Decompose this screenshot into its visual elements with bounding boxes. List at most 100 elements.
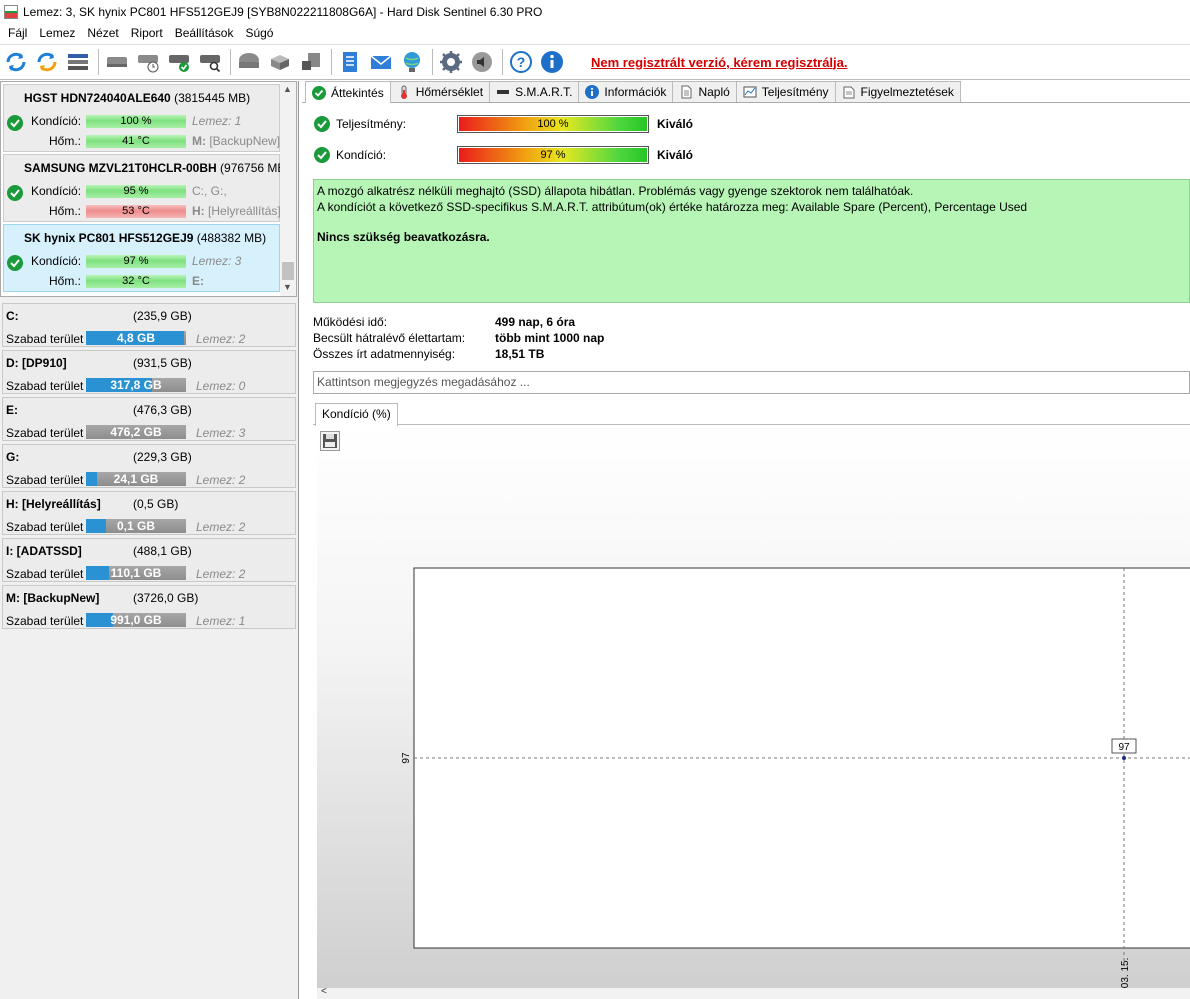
disk-item[interactable]: HGST HDN724040ALE640 (3815445 MB) Kondíc… [3,84,280,152]
condition-bar: 95 % [86,185,186,198]
condition-label: Kondíció: [31,114,82,128]
free-space-label: Szabad terület [6,426,84,440]
condition-chart: 97 2026. 03. 15. 97 [401,567,1190,988]
temp-label: Hőm.: [49,274,82,288]
tab-label: Napló [698,85,730,99]
temp-label: Hőm.: [49,204,82,218]
data-label: 97 [1118,742,1130,753]
scroll-up-icon[interactable]: ▲ [283,84,292,94]
menu-file[interactable]: Fájl [2,23,33,43]
disk-clock-icon[interactable] [136,50,160,74]
thermometer-icon [397,85,411,99]
temp-bar: 32 °C [86,275,186,288]
disk-item[interactable]: SAMSUNG MZVL21T0HCLR-00BH (976756 MB) Ko… [3,154,289,222]
mail-icon[interactable] [369,50,393,74]
volume-item[interactable]: H: [Helyreállítás] (0,5 GB) Szabad terület… [2,491,296,535]
stats-table: Működési idő: 499 nap, 6 óra Becsült hátr… [313,315,813,363]
scroll-thumb[interactable] [282,262,294,280]
tab-label: Információk [604,85,667,99]
volume-item[interactable]: C: (235,9 GB) Szabad terület 4,8 GB Lemez: 2 [2,303,296,347]
help-icon[interactable]: ? [509,50,533,74]
free-space-bar: 110,1 GB [86,566,186,580]
disk-box-icon[interactable] [268,50,292,74]
check-icon [7,185,23,201]
volume-name: H: [Helyreállítás] [6,497,101,511]
refresh-all-icon[interactable] [35,50,59,74]
stat-row: Összes írt adatmennyiség: 18,51 TB [313,347,813,363]
check-icon [314,116,330,132]
stat-value: 499 nap, 6 óra [495,315,576,329]
free-space-bar: 0,1 GB [86,519,186,533]
window-title: Lemez: 3, SK hynix PC801 HFS512GEJ9 [SYB… [23,4,543,19]
free-space-label: Szabad terület [6,473,84,487]
free-space-label: Szabad terület [6,520,84,534]
tab-condition-chart[interactable]: Kondíció (%) [315,403,398,426]
free-space-value: 317,8 GB [110,378,162,392]
disk-search-icon[interactable] [198,50,222,74]
menu-view[interactable]: Nézet [81,23,124,43]
status-message-line: A kondíciót a következő SSD-specifikus S… [317,200,1028,214]
tab-overview[interactable]: Áttekintés [305,81,391,103]
volume-item[interactable]: M: [BackupNew] (3726,0 GB) Szabad terület 9… [2,585,296,629]
disk-check-icon[interactable] [167,50,191,74]
volume-ref: M: [BackupNew] [192,134,281,148]
disk-list-scrollbar[interactable]: ▲ ▼ [280,82,296,296]
stat-label: Összes írt adatmennyiség: [313,347,456,361]
scroll-down-icon[interactable]: ▼ [283,282,292,292]
condition-bar: 97 % [457,146,649,164]
scroll-left-icon[interactable]: < [321,986,327,997]
network-icon[interactable] [400,50,424,74]
settings-icon[interactable] [439,50,463,74]
condition-row: Kondíció: 97 % Kiváló [314,146,714,164]
stat-value: 18,51 TB [495,347,545,361]
menu-disk[interactable]: Lemez [33,23,81,43]
condition-label: Kondíció: [336,148,387,162]
disk-usb-icon[interactable] [299,50,323,74]
svg-text:?: ? [517,54,526,70]
y-tick-label: 97 [401,752,412,764]
info-icon[interactable] [540,50,564,74]
volume-disk-ref: Lemez: 2 [196,567,246,581]
disk-item-selected[interactable]: SK hynix PC801 HFS512GEJ9 (488382 MB) Ko… [3,224,280,292]
chart-scrollbar[interactable]: < [317,986,1190,999]
volume-item[interactable]: I: [ADATSSD] (488,1 GB) Szabad terület 110,… [2,538,296,582]
volume-item[interactable]: G: (229,3 GB) Szabad terület 24,1 GB Lemez: … [2,444,296,488]
tab-information[interactable]: Információk [578,81,674,102]
volume-size: (931,5 GB) [133,356,192,370]
sound-icon[interactable] [470,50,494,74]
free-space-bar: 317,8 GB [86,378,186,392]
tab-performance[interactable]: Teljesítmény [735,81,836,102]
refresh-icon[interactable] [4,50,28,74]
tab-temperature[interactable]: Hőmérséklet [389,81,491,102]
tab-log[interactable]: Napló [672,81,737,102]
x-tick-label: 2026. 03. 15. [1120,958,1131,988]
stat-label: Működési idő: [313,315,388,329]
stat-value: több mint 1000 nap [495,331,605,345]
check-icon [312,85,326,100]
register-link[interactable]: Nem regisztrált verzió, kérem regisztrál… [591,55,848,70]
tab-smart[interactable]: S.M.A.R.T. [489,81,580,102]
menu-help[interactable]: Súgó [239,23,279,43]
volume-item[interactable]: E: (476,3 GB) Szabad terület 476,2 GB Lemez:… [2,397,296,441]
temp-bar: 53 °C [86,205,186,218]
menu-settings[interactable]: Beállítások [169,23,240,43]
volume-disk-ref: Lemez: 3 [196,426,246,440]
volume-item[interactable]: D: [DP910] (931,5 GB) Szabad terület 317,8 … [2,350,296,394]
disk-round-icon[interactable] [237,50,261,74]
tab-label: Figyelmeztetések [860,85,954,99]
toolbar-separator [432,49,433,75]
disk-list-icon[interactable] [66,50,90,74]
stat-row: Működési idő: 499 nap, 6 óra [313,315,813,331]
menu-bar: Fájl Lemez Nézet Riport Beállítások Súgó [0,23,1190,43]
comment-field[interactable]: Kattintson megjegyzés megadásához ... [313,371,1190,394]
menu-report[interactable]: Riport [125,23,169,43]
temp-label: Hőm.: [49,134,82,148]
tab-alerts[interactable]: Figyelmeztetések [834,81,961,102]
report-icon[interactable] [338,50,362,74]
data-point [1122,756,1126,760]
disk-gray-icon[interactable] [105,50,129,74]
free-space-label: Szabad terület [6,379,84,393]
volume-ref: E: [192,274,204,288]
free-space-value: 110,1 GB [110,566,162,580]
volume-name: I: [ADATSSD] [6,544,82,558]
